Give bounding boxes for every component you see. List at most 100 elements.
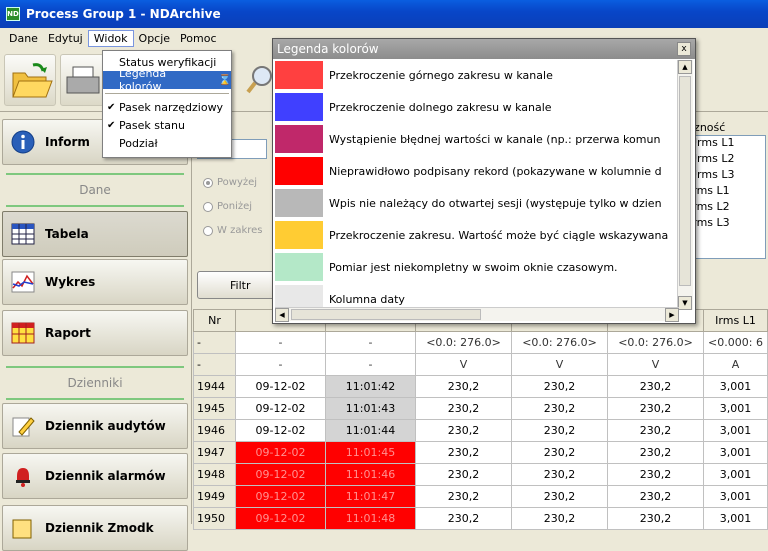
sidebar-item-label: Tabela	[45, 227, 89, 241]
menu-item-podzial[interactable]: Podział	[103, 134, 231, 152]
cell: 11:01:44	[325, 419, 416, 442]
list-item[interactable]: Urms L3	[687, 168, 765, 184]
sidebar-item-label: Inform	[45, 135, 90, 149]
cell: 3,001	[703, 375, 768, 398]
menu-edytuj[interactable]: Edytuj	[43, 31, 88, 46]
table-row[interactable]: 1944 09-12-02 11:01:42 230,2 230,2 230,2 3,001	[193, 375, 768, 398]
cell: 230,2	[415, 375, 512, 398]
app-icon: ND	[6, 7, 20, 21]
channel-list[interactable]: Urms L1 Urms L2 Urms L3 Irms L1 Irms L2 …	[686, 135, 766, 259]
cell: 11:01:42	[325, 375, 416, 398]
table-body: 1944 09-12-02 11:01:42 230,2 230,2 230,2 3,001…	[193, 375, 768, 530]
color-swatch	[275, 221, 323, 249]
cell: 230,2	[415, 441, 512, 464]
column-header[interactable]: Nr	[193, 309, 236, 332]
legend-list: Przekroczenie górnego zakresu w kanale Pr…	[275, 60, 679, 310]
table-row[interactable]: 1947 09-12-02 11:01:45 230,2 230,2 230,2 3,001	[193, 441, 768, 464]
table-row[interactable]: 1946 09-12-02 11:01:44 230,2 230,2 230,2 3,001	[193, 419, 768, 442]
legend-label: Przekroczenie zakresu. Wartość może być …	[329, 228, 669, 242]
hourglass-icon: ⌛	[218, 74, 231, 86]
cell: 230,2	[415, 397, 512, 420]
scroll-up-icon[interactable]: ▲	[678, 60, 692, 74]
cell: 3,001	[703, 507, 768, 530]
menu-item-label: Legenda kolorów	[119, 67, 167, 93]
menu-widok[interactable]: Widok	[87, 29, 134, 47]
sidebar: Inform Dane Tabela Wykres Raport Dzienni…	[0, 113, 192, 551]
sidebar-item-dziennik-zmodk[interactable]: Dziennik Zmodk	[2, 505, 188, 551]
table-row[interactable]: 1945 09-12-02 11:01:43 230,2 230,2 230,2 3,001	[193, 397, 768, 420]
cell: 230,2	[511, 485, 608, 508]
menu-item-label: Pasek stanu	[119, 118, 185, 132]
search-icon[interactable]	[246, 54, 274, 106]
app-window: ND Process Group 1 - NDArchive Dane Edyt…	[0, 0, 768, 551]
unit-row: - - - V V V A	[193, 353, 768, 376]
sidebar-item-label: Dziennik Zmodk	[45, 521, 154, 535]
cell: 230,2	[415, 463, 512, 486]
title-bar[interactable]: ND Process Group 1 - NDArchive	[0, 0, 768, 28]
legend-row: Przekroczenie górnego zakresu w kanale	[275, 60, 679, 92]
cell: 1946	[193, 419, 236, 442]
menu-item-label: Podział	[119, 136, 158, 150]
open-folder-icon	[12, 63, 53, 98]
sidebar-item-tabela[interactable]: Tabela	[2, 211, 188, 257]
column-header[interactable]: Irms L1	[703, 309, 768, 332]
vertical-scrollbar[interactable]: ▲ ▼	[677, 60, 693, 310]
list-item[interactable]: Irms L1	[687, 184, 765, 200]
cell: 1949	[193, 485, 236, 508]
sidebar-item-wykres[interactable]: Wykres	[2, 259, 188, 305]
hscroll-thumb[interactable]	[291, 309, 481, 320]
menu-pomoc[interactable]: Pomoc	[175, 31, 221, 46]
radio-ponizej[interactable]: Poniżej	[203, 201, 252, 212]
cell: 09-12-02	[235, 463, 326, 486]
table-row[interactable]: 1948 09-12-02 11:01:46 230,2 230,2 230,2 3,001	[193, 463, 768, 486]
open-folder-button[interactable]	[4, 54, 56, 106]
sidebar-item-dziennik-alarmow[interactable]: Dziennik alarmów	[2, 453, 188, 499]
menu-item-pasek-narzedziowy[interactable]: ✔ Pasek narzędziowy	[103, 98, 231, 116]
cell: <0.000: 6	[703, 331, 768, 354]
cell: -	[325, 353, 416, 376]
sidebar-item-raport[interactable]: Raport	[2, 310, 188, 356]
cell: 1950	[193, 507, 236, 530]
menu-opcje[interactable]: Opcje	[134, 31, 176, 46]
sidebar-item-dziennik-audytow[interactable]: Dziennik audytów	[2, 403, 188, 449]
data-table: Nr D Irms L1 - - - <0.0: 276.0> <0.0: 27…	[193, 309, 768, 530]
menu-item-legenda-kolorow[interactable]: Legenda kolorów ⌛	[103, 67, 231, 93]
horizontal-scrollbar[interactable]: ◀ ▶	[275, 307, 679, 322]
radio-label: Powyżej	[217, 177, 258, 188]
scroll-left-icon[interactable]: ◀	[275, 308, 289, 322]
list-item[interactable]: Irms L3	[687, 216, 765, 232]
radio-powyzej[interactable]: Powyżej	[203, 177, 257, 188]
print-button[interactable]	[60, 54, 104, 106]
cell: 09-12-02	[235, 375, 326, 398]
close-icon[interactable]: x	[677, 42, 691, 56]
cell: 3,001	[703, 419, 768, 442]
legend-row: Przekroczenie zakresu. Wartość może być …	[275, 220, 679, 252]
widok-menu: Status weryfikacji Legenda kolorów ⌛ ✔ Pa…	[102, 50, 232, 158]
cell: 230,2	[511, 507, 608, 530]
legend-title-bar[interactable]: Legenda kolorów x	[273, 39, 695, 59]
cell: 1945	[193, 397, 236, 420]
scroll-thumb[interactable]	[679, 76, 691, 286]
sidebar-item-label: Dziennik alarmów	[45, 469, 166, 483]
menu-dane[interactable]: Dane	[4, 31, 43, 46]
cell: 11:01:47	[325, 485, 416, 508]
radio-w-zakresie[interactable]: W zakres	[203, 225, 263, 236]
table-row[interactable]: 1949 09-12-02 11:01:47 230,2 230,2 230,2 3,001	[193, 485, 768, 508]
scroll-right-icon[interactable]: ▶	[665, 308, 679, 322]
cell: 1944	[193, 375, 236, 398]
cell: 230,2	[607, 419, 704, 442]
list-item[interactable]: Urms L2	[687, 152, 765, 168]
cell: V	[415, 353, 512, 376]
menu-item-pasek-stanu[interactable]: ✔ Pasek stanu	[103, 116, 231, 134]
scroll-down-icon[interactable]: ▼	[678, 296, 692, 310]
color-legend-window[interactable]: Legenda kolorów x Przekroczenie górnego …	[272, 38, 696, 324]
cell: 230,2	[415, 419, 512, 442]
legend-row: Wystąpienie błędnej wartości w kanale (n…	[275, 124, 679, 156]
cell: 230,2	[607, 463, 704, 486]
list-item[interactable]: Urms L1	[687, 136, 765, 152]
list-item[interactable]: Irms L2	[687, 200, 765, 216]
table-row[interactable]: 1950 09-12-02 11:01:48 230,2 230,2 230,2 3,001	[193, 507, 768, 530]
color-swatch	[275, 157, 323, 185]
filter-button[interactable]: Filtr	[197, 271, 277, 299]
legend-label: Nieprawidłowo podpisany rekord (pokazywa…	[329, 164, 662, 178]
